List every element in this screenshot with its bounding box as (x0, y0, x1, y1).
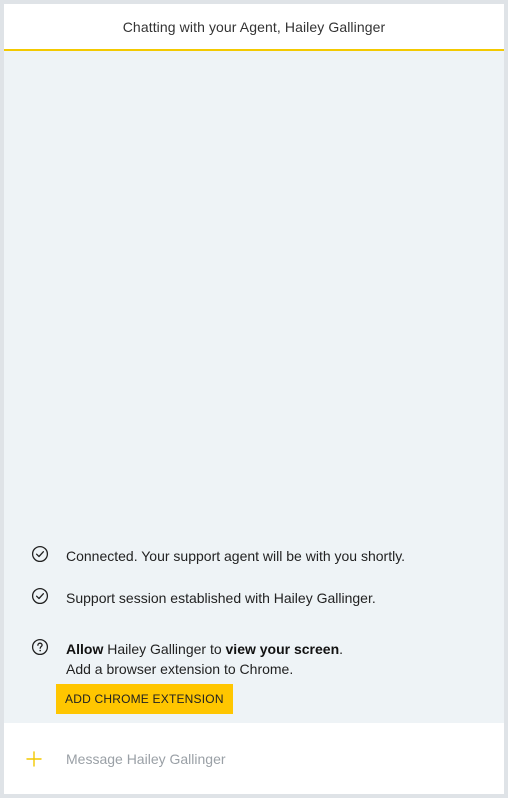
check-circle-icon (31, 587, 49, 605)
chat-header: Chatting with your Agent, Hailey Galling… (4, 4, 504, 51)
screen-share-text: Allow Hailey Gallinger to view your scre… (66, 639, 343, 679)
message-composer (4, 723, 504, 794)
message-input[interactable] (64, 749, 468, 768)
system-message-text: Connected. Your support agent will be wi… (66, 548, 406, 564)
plus-icon[interactable] (25, 750, 43, 768)
period-text: . (339, 641, 344, 657)
add-chrome-extension-button[interactable]: ADD CHROME EXTENSION (56, 684, 233, 714)
check-circle-icon (31, 545, 49, 563)
message-list: Connected. Your support agent will be wi… (4, 53, 504, 723)
question-circle-icon (31, 638, 49, 656)
system-message-connected: Connected. Your support agent will be wi… (31, 545, 406, 566)
agent-name-text: Hailey Gallinger to (103, 641, 226, 657)
extension-subtext: Add a browser extension to Chrome. (66, 661, 294, 677)
chat-title: Chatting with your Agent, Hailey Galling… (122, 18, 386, 35)
view-screen-label: view your screen (225, 641, 340, 657)
chat-window: Chatting with your Agent, Hailey Galling… (4, 4, 504, 794)
system-message-session: Support session established with Hailey … (31, 587, 376, 608)
allow-label: Allow (66, 641, 104, 657)
system-message-text: Support session established with Hailey … (66, 590, 376, 606)
screen-share-request: Allow Hailey Gallinger to view your scre… (31, 638, 343, 679)
